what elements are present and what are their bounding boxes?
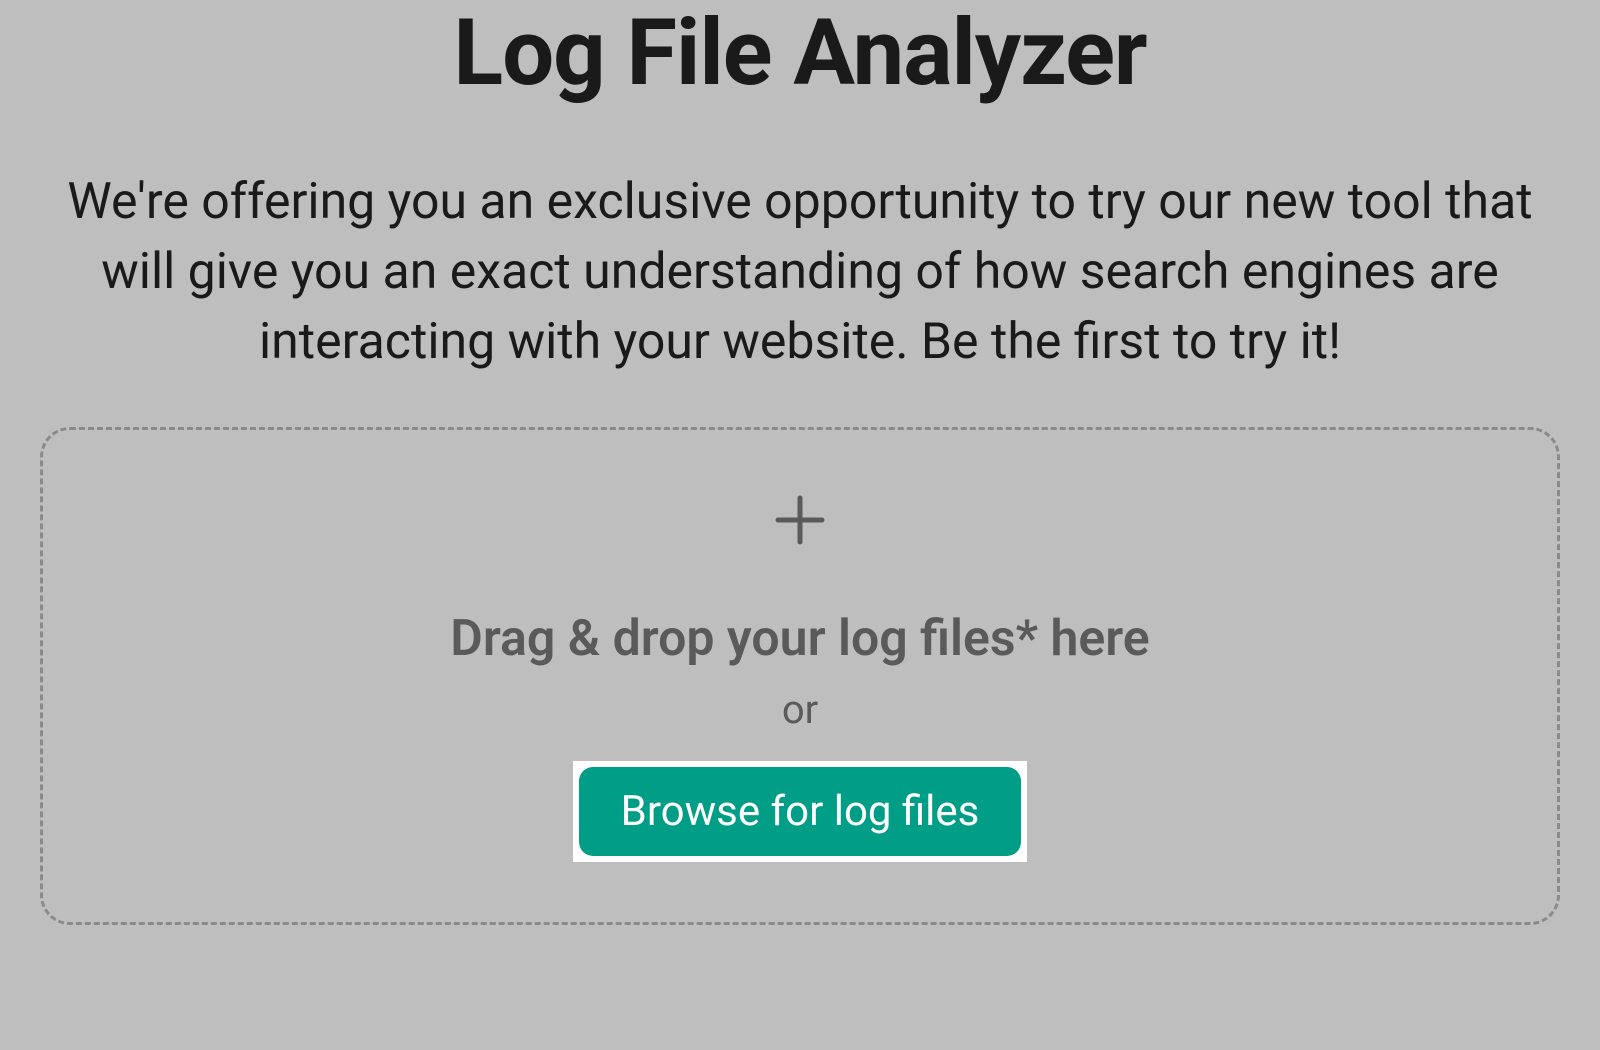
- file-dropzone[interactable]: Drag & drop your log files* here or Brow…: [40, 427, 1560, 925]
- dropzone-or-text: or: [782, 686, 818, 733]
- browse-files-button[interactable]: Browse for log files: [579, 767, 1022, 856]
- page-title: Log File Analyzer: [30, 0, 1570, 107]
- dropzone-main-text: Drag & drop your log files* here: [450, 610, 1149, 668]
- main-container: Log File Analyzer We're offering you an …: [0, 0, 1600, 925]
- browse-button-highlight: Browse for log files: [573, 761, 1028, 862]
- plus-icon: [770, 490, 830, 550]
- page-description: We're offering you an exclusive opportun…: [30, 167, 1570, 377]
